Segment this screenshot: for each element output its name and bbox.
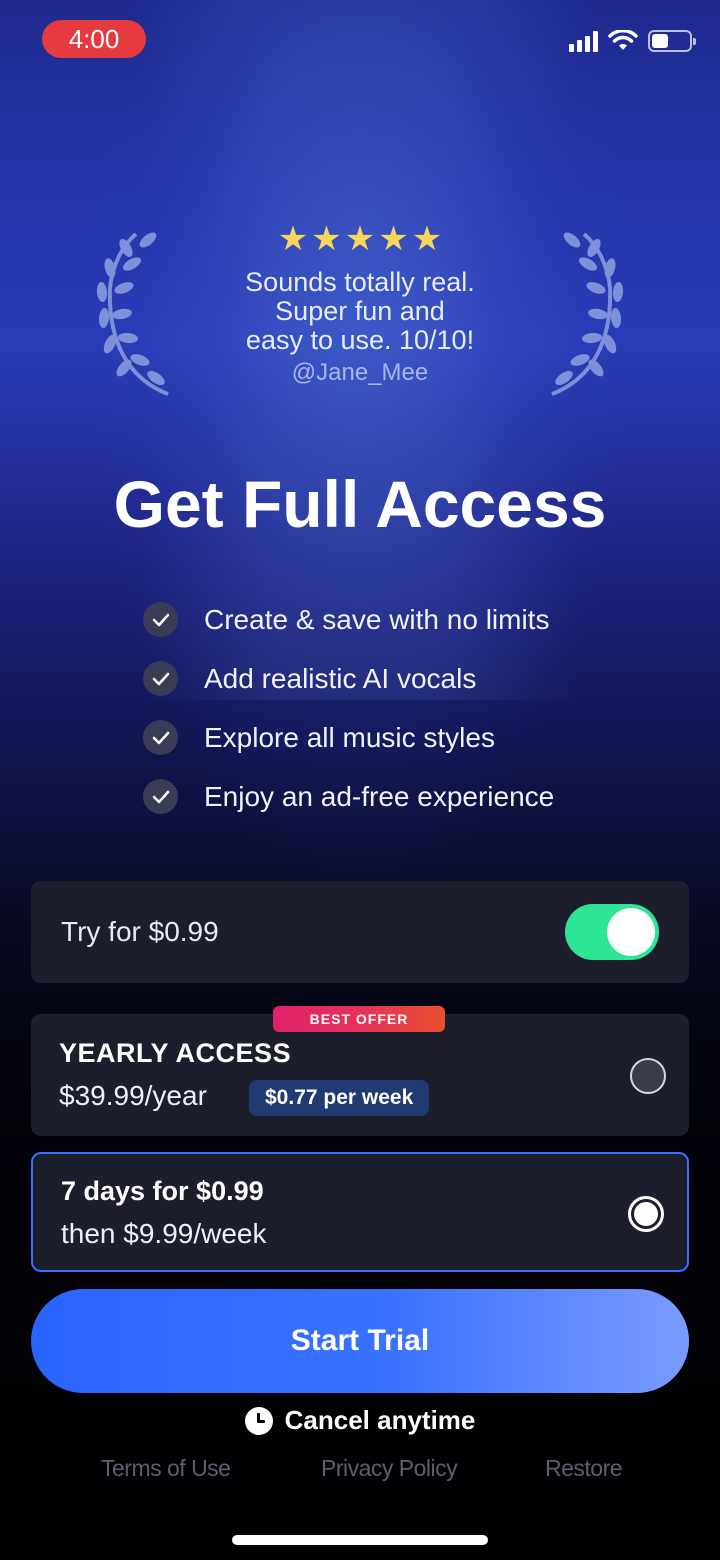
feature-item: Create & save with no limits bbox=[143, 590, 554, 649]
rating-stars: ★ ★ ★ ★ ★ bbox=[0, 220, 720, 258]
per-week-badge: $0.77 per week bbox=[249, 1080, 430, 1116]
cancel-anytime-text: Cancel anytime bbox=[284, 1405, 476, 1435]
wifi-icon bbox=[608, 30, 638, 50]
plan-option-weekly[interactable]: 7 days for $0.99 then $9.99/week bbox=[31, 1152, 689, 1272]
footer-links: Terms of Use Privacy Policy Restore bbox=[0, 1455, 720, 1485]
star-icon: ★ bbox=[277, 220, 309, 258]
checkmark-icon bbox=[143, 661, 178, 696]
trial-toggle-row[interactable]: Try for $0.99 bbox=[31, 881, 689, 983]
star-icon: ★ bbox=[344, 220, 376, 258]
feature-text: Create & save with no limits bbox=[204, 603, 550, 635]
home-indicator[interactable] bbox=[232, 1535, 488, 1545]
start-trial-button[interactable]: Start Trial bbox=[31, 1289, 689, 1393]
review-line: Super fun and bbox=[275, 296, 445, 326]
plan-title: 7 days for $0.99 bbox=[61, 1176, 264, 1206]
status-icons bbox=[569, 30, 696, 52]
battery-icon bbox=[648, 30, 696, 52]
checkmark-icon bbox=[143, 602, 178, 637]
review-line: Sounds totally real. bbox=[245, 267, 475, 297]
star-icon: ★ bbox=[378, 220, 409, 258]
review-text: Sounds totally real. Super fun and easy … bbox=[0, 268, 720, 355]
trial-toggle-label: Try for $0.99 bbox=[61, 916, 219, 947]
feature-item: Explore all music styles bbox=[143, 708, 554, 767]
feature-text: Explore all music styles bbox=[204, 721, 495, 753]
radio-selected-dot bbox=[634, 1202, 658, 1226]
plan-price: $39.99/year bbox=[59, 1080, 207, 1111]
plan-radio-weekly[interactable] bbox=[628, 1196, 664, 1232]
plan-title: YEARLY ACCESS bbox=[59, 1038, 292, 1068]
cancel-anytime-note: Cancel anytime bbox=[0, 1405, 720, 1436]
clock-icon bbox=[244, 1406, 273, 1435]
star-icon: ★ bbox=[411, 220, 443, 258]
cellular-signal-icon bbox=[569, 30, 598, 52]
feature-list: Create & save with no limits Add realist… bbox=[143, 590, 554, 826]
feature-text: Enjoy an ad-free experience bbox=[204, 780, 555, 812]
plan-price: then $9.99/week bbox=[61, 1218, 267, 1249]
review-handle: @Jane_Mee bbox=[291, 359, 429, 386]
star-icon: ★ bbox=[311, 220, 342, 258]
feature-item: Add realistic AI vocals bbox=[143, 649, 554, 708]
privacy-policy-link[interactable]: Privacy Policy bbox=[321, 1455, 458, 1482]
page-title: Get Full Access bbox=[113, 467, 607, 541]
feature-item: Enjoy an ad-free experience bbox=[143, 767, 554, 826]
restore-link[interactable]: Restore bbox=[545, 1455, 623, 1482]
plan-radio-yearly[interactable] bbox=[630, 1058, 666, 1094]
review: ★ ★ ★ ★ ★ Sounds totally real. Super fun… bbox=[0, 220, 720, 387]
status-time: 4:00 bbox=[42, 20, 146, 58]
trial-toggle-switch[interactable] bbox=[565, 904, 659, 960]
terms-of-use-link[interactable]: Terms of Use bbox=[101, 1455, 231, 1482]
checkmark-icon bbox=[143, 779, 178, 814]
toggle-knob bbox=[607, 908, 655, 956]
review-line: easy to use. 10/10! bbox=[245, 325, 475, 355]
feature-text: Add realistic AI vocals bbox=[204, 662, 477, 694]
best-offer-badge: BEST OFFER bbox=[273, 1006, 445, 1032]
checkmark-icon bbox=[143, 720, 178, 755]
plan-option-yearly[interactable]: BEST OFFER YEARLY ACCESS $39.99/year $0.… bbox=[31, 1006, 689, 1136]
